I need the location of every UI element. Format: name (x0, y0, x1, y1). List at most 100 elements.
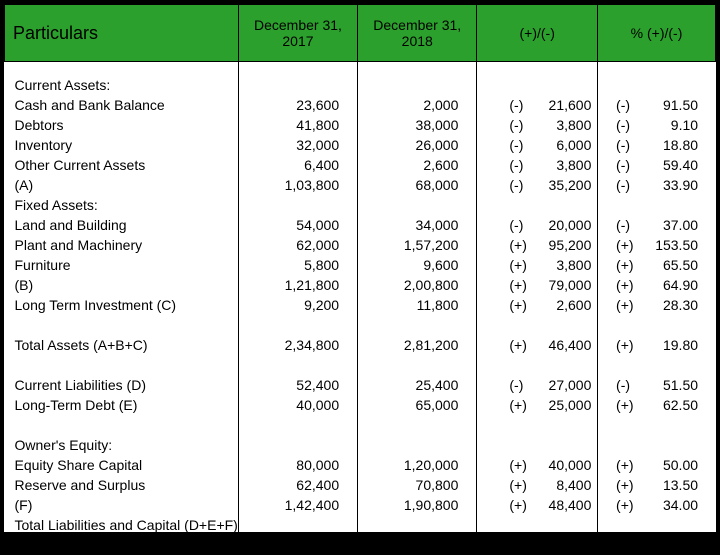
value-diff: (+)46,400 (477, 335, 597, 355)
blank-cell (477, 195, 597, 215)
value-pct: (+)65.50 (598, 255, 715, 275)
value-2018: 2,81,200 (358, 335, 476, 355)
value-2017: 23,600 (239, 95, 357, 115)
value-pct: (+)62.50 (598, 395, 715, 415)
blank-row (239, 415, 357, 435)
blank-cell (358, 515, 476, 535)
row-label: Total Assets (A+B+C) (5, 335, 238, 355)
value-diff: (+)79,000 (477, 275, 597, 295)
section-label: Owner's Equity: (5, 435, 238, 455)
value-2018: 34,000 (358, 215, 476, 235)
page: Particulars December 31, 2017 December 3… (0, 0, 720, 540)
value-2018: 11,800 (358, 295, 476, 315)
blank-row (477, 355, 597, 375)
blank-cell (477, 515, 597, 535)
body-row: Current Assets:Cash and Bank BalanceDebt… (5, 62, 716, 555)
section-label: Current Assets: (5, 75, 238, 95)
value-2017: 52,400 (239, 375, 357, 395)
blank-cell (598, 435, 715, 455)
value-2017: 40,000 (239, 395, 357, 415)
value-2018: 2,81,200 (358, 535, 476, 555)
value-diff: (+) 2,600 (477, 295, 597, 315)
balance-sheet-table: Particulars December 31, 2017 December 3… (4, 4, 716, 555)
blank-cell (239, 515, 357, 535)
row-label: Debtors (5, 115, 238, 135)
value-diff: (+)95,200 (477, 235, 597, 255)
value-diff: (+)25,000 (477, 395, 597, 415)
blank-cell (598, 195, 715, 215)
blank-row (239, 315, 357, 335)
value-2017: 2,34,800 (239, 335, 357, 355)
section-label: Fixed Assets: (5, 195, 238, 215)
row-label: Furniture (5, 255, 238, 275)
value-diff: (-) 3,800 (477, 115, 597, 135)
row-label: (A) (5, 175, 238, 195)
value-2018: 70,800 (358, 475, 476, 495)
row-label: Reserve and Surplus (5, 475, 238, 495)
blank-cell (598, 515, 715, 535)
value-pct: (+)28.30 (598, 295, 715, 315)
value-2018: 2,000 (358, 95, 476, 115)
value-2017: 80,000 (239, 455, 357, 475)
value-diff: (+) 3,800 (477, 255, 597, 275)
blank-row (5, 415, 238, 435)
blank-cell (477, 75, 597, 95)
value-pct: (-)18.80 (598, 135, 715, 155)
value-diff: (+)46,400 (477, 535, 597, 555)
value-diff: (+)48,400 (477, 495, 597, 515)
col-diff: (+)/(-) (477, 5, 598, 62)
blank-row (239, 355, 357, 375)
value-2018: 26,000 (358, 135, 476, 155)
blank-cell (239, 435, 357, 455)
blank-row (598, 355, 715, 375)
row-label: Other Current Assets (5, 155, 238, 175)
value-pct: (+)50.00 (598, 455, 715, 475)
value-2018: 1,20,000 (358, 455, 476, 475)
value-pct: (-)91.50 (598, 95, 715, 115)
value-2018: 9,600 (358, 255, 476, 275)
row-label: Long-Term Debt (E) (5, 395, 238, 415)
value-pct: (-)33.90 (598, 175, 715, 195)
value-2018: 68,000 (358, 175, 476, 195)
value-pct: (+)19.80 (598, 535, 715, 555)
blank-row (5, 355, 238, 375)
blank-cell (239, 195, 357, 215)
row-label: Long Term Investment (C) (5, 295, 238, 315)
blank-cell (239, 75, 357, 95)
value-2018: 1,90,800 (358, 495, 476, 515)
value-pct: (-)51.50 (598, 375, 715, 395)
blank-row (358, 355, 476, 375)
value-2017: 1,03,800 (239, 175, 357, 195)
value-diff: (-)21,600 (477, 95, 597, 115)
value-2017: 62,400 (239, 475, 357, 495)
row-label: Inventory (5, 135, 238, 155)
value-2017: 1,42,400 (239, 495, 357, 515)
col-2018: December 31, 2018 (358, 5, 477, 62)
value-2018: 2,00,800 (358, 275, 476, 295)
value-2017: 5,800 (239, 255, 357, 275)
value-pct: (-) 9.10 (598, 115, 715, 135)
row-label: (F) (5, 495, 238, 515)
row-label: Current Liabilities (D) (5, 375, 238, 395)
blank-cell (358, 195, 476, 215)
value-2017: 54,000 (239, 215, 357, 235)
value-2018: 2,600 (358, 155, 476, 175)
sheet: Particulars December 31, 2017 December 3… (4, 4, 716, 532)
blank-row (477, 415, 597, 435)
header-row: Particulars December 31, 2017 December 3… (5, 5, 716, 62)
blank-row (358, 415, 476, 435)
value-pct: (+)19.80 (598, 335, 715, 355)
col-pct: % (+)/(-) (598, 5, 716, 62)
blank-row (598, 415, 715, 435)
blank-cell (598, 75, 715, 95)
value-diff: (-)20,000 (477, 215, 597, 235)
value-diff: (+)40,000 (477, 455, 597, 475)
blank-cell (5, 535, 238, 555)
value-2017: 62,000 (239, 235, 357, 255)
value-2017: 41,800 (239, 115, 357, 135)
value-diff: (-)35,200 (477, 175, 597, 195)
value-2018: 38,000 (358, 115, 476, 135)
value-pct: (+)34.00 (598, 495, 715, 515)
value-2017: 9,200 (239, 295, 357, 315)
value-pct: (+)153.50 (598, 235, 715, 255)
